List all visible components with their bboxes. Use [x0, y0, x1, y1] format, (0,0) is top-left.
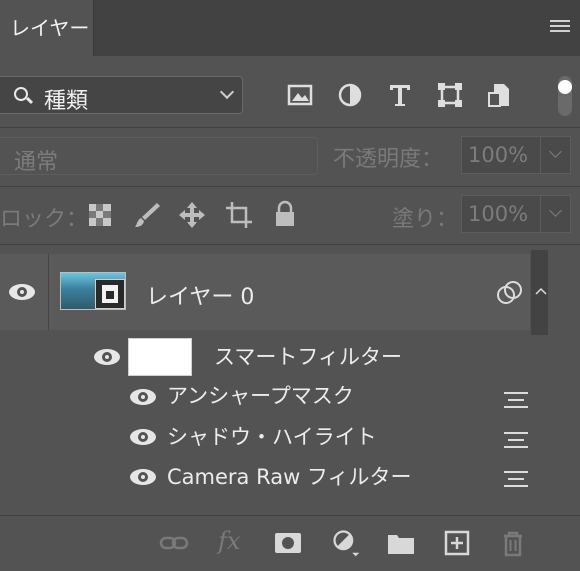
layer-thumbnail[interactable]: [60, 272, 126, 310]
smart-object-filter-icon[interactable]: [486, 81, 514, 109]
blend-mode-select[interactable]: 通常: [0, 137, 318, 175]
visibility-eye-icon[interactable]: [130, 389, 156, 405]
lock-all-icon[interactable]: [272, 200, 298, 228]
opacity-field[interactable]: 100%: [461, 136, 571, 174]
visibility-eye-icon[interactable]: [9, 284, 35, 300]
layer-name[interactable]: レイヤー 0: [146, 279, 254, 311]
type-filter-icon[interactable]: [386, 81, 414, 109]
fx-icon[interactable]: fx: [218, 527, 240, 555]
opacity-dropdown-icon[interactable]: [540, 137, 570, 173]
image-filter-icon[interactable]: [286, 81, 314, 109]
filter-options-icon[interactable]: [504, 430, 528, 450]
new-adjustment-layer-icon[interactable]: [331, 528, 361, 558]
smart-filter-blend-icon[interactable]: [496, 280, 524, 306]
filter-kind-label: 種類: [44, 89, 89, 114]
lock-position-icon[interactable]: [178, 201, 206, 229]
visibility-eye-icon[interactable]: [94, 349, 120, 365]
fill-dropdown-icon[interactable]: [540, 196, 570, 232]
smart-object-badge-icon: [95, 279, 125, 309]
divider: [0, 244, 580, 245]
lock-label: ロック：: [0, 207, 89, 232]
filter-item-label[interactable]: シャドウ・ハイライト: [167, 421, 377, 451]
filter-options-icon[interactable]: [504, 390, 528, 410]
fill-label: 塗り：: [392, 207, 459, 232]
smart-filter-mask-thumbnail[interactable]: [128, 338, 192, 376]
delete-layer-icon[interactable]: [498, 528, 528, 558]
chevron-down-icon: [219, 84, 235, 100]
tab-layers-label: レイヤー: [10, 16, 90, 40]
visibility-eye-icon[interactable]: [130, 429, 156, 445]
lock-image-pixels-icon[interactable]: [133, 201, 161, 229]
filter-item-label[interactable]: アンシャープマスク: [167, 380, 354, 410]
lock-artboard-icon[interactable]: [224, 200, 254, 230]
smart-filter-label[interactable]: スマートフィルター: [214, 341, 402, 371]
collapse-chevron-icon[interactable]: [535, 287, 547, 295]
visibility-eye-icon[interactable]: [130, 469, 156, 485]
search-icon: [14, 87, 28, 101]
blend-mode-label: 通常: [14, 150, 59, 175]
fill-value: 100%: [468, 202, 529, 226]
panel-menu-icon[interactable]: [550, 20, 570, 36]
filter-item-label[interactable]: Camera Raw フィルター: [167, 461, 412, 491]
tab-layers[interactable]: レイヤー: [0, 0, 94, 56]
panel-tab-bar: レイヤー: [0, 0, 580, 56]
divider: [0, 186, 580, 187]
lock-transparent-pixels-icon[interactable]: [87, 202, 113, 228]
opacity-value: 100%: [468, 143, 529, 167]
opacity-label: 不透明度：: [333, 147, 444, 172]
new-group-icon[interactable]: [386, 528, 416, 558]
divider: [0, 127, 580, 128]
filter-kind-select[interactable]: 種類: [0, 76, 243, 114]
adjustment-filter-icon[interactable]: [336, 81, 364, 109]
filter-options-icon[interactable]: [504, 469, 528, 489]
filter-toggle-icon[interactable]: [554, 74, 576, 118]
shape-filter-icon[interactable]: [436, 81, 464, 109]
new-layer-icon[interactable]: [442, 528, 472, 558]
add-mask-icon[interactable]: [273, 528, 303, 558]
fill-field[interactable]: 100%: [461, 195, 571, 233]
divider: [48, 254, 49, 330]
link-layers-icon[interactable]: [159, 528, 189, 558]
